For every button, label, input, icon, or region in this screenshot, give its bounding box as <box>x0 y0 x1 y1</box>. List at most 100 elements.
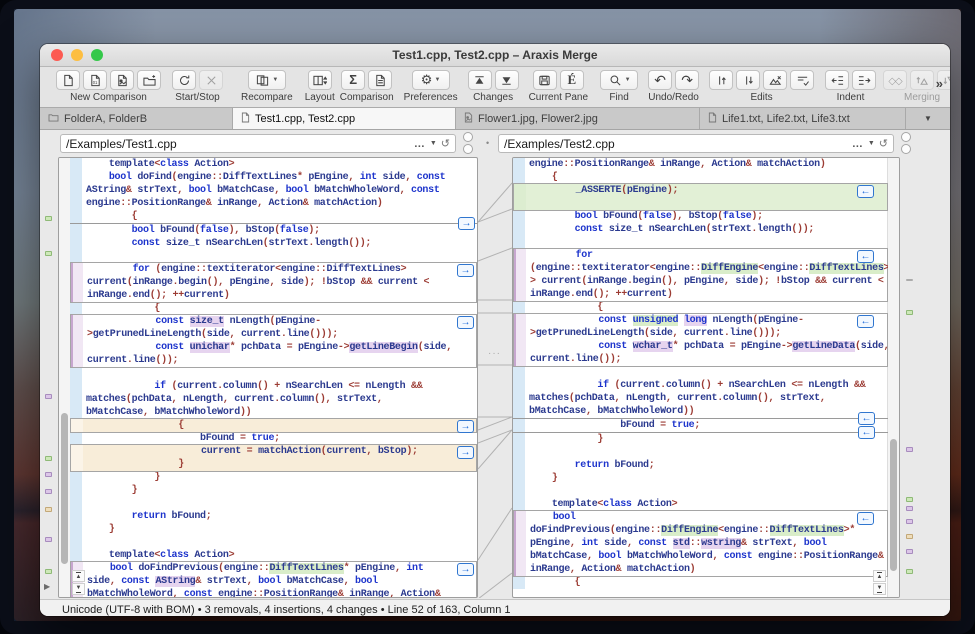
code-text: inRange.end(); ++current) <box>526 288 673 301</box>
tab-list-dropdown[interactable]: ▼ <box>906 108 950 129</box>
merge-right-button[interactable]: → <box>457 420 474 433</box>
scrollbar-thumb[interactable] <box>61 413 68 564</box>
right-path-caret-icon[interactable]: ▼ <box>868 140 875 147</box>
overview-change-mark[interactable] <box>45 216 52 221</box>
overview-change-mark[interactable] <box>906 279 913 281</box>
recompare-button[interactable]: ▼ <box>248 70 286 90</box>
radio-icon[interactable] <box>463 132 473 142</box>
last-change-button[interactable]: ▼ <box>72 583 85 595</box>
merge-left-button[interactable]: ← <box>857 512 874 525</box>
last-edit-button[interactable] <box>736 70 760 90</box>
overview-change-mark[interactable] <box>45 472 52 477</box>
right-path-menu-icon[interactable]: … <box>852 138 864 150</box>
overview-change-mark[interactable] <box>45 456 52 461</box>
overview-change-mark[interactable] <box>906 447 913 452</box>
prev-change-button[interactable] <box>468 70 492 90</box>
overview-change-mark[interactable] <box>906 519 913 524</box>
merge-left-button[interactable]: ← <box>858 412 875 425</box>
gear-button[interactable]: ⚙▼ <box>412 70 450 90</box>
tab-test1-cpp[interactable]: Test1.cpp, Test2.cpp <box>233 108 456 129</box>
merge-right-button[interactable]: → <box>457 446 474 459</box>
undo-button[interactable]: ↶ <box>648 70 672 90</box>
change-gutter <box>513 576 525 589</box>
right-change-overview-strip[interactable] <box>904 160 916 593</box>
merge-right-button[interactable]: → <box>457 316 474 329</box>
merge-right-button[interactable]: → <box>458 217 475 230</box>
left-code-pane[interactable]: template<class Action> bool doFind(engin… <box>58 157 478 598</box>
zoom-window-button[interactable] <box>91 49 103 61</box>
first-change-button[interactable]: ▲ <box>72 570 85 582</box>
tab-flower1-jpg[interactable]: Flower1.jpg, Flower2.jpg <box>456 108 700 129</box>
merge-left-button[interactable]: ← <box>857 185 874 198</box>
doc-binary-button[interactable]: 01 <box>83 70 107 90</box>
overview-change-mark[interactable] <box>906 569 913 574</box>
overview-change-mark[interactable] <box>45 489 52 494</box>
overview-change-mark[interactable] <box>906 497 913 502</box>
overview-change-mark[interactable] <box>906 506 913 511</box>
encoding-button[interactable]: É <box>560 70 584 90</box>
overview-change-mark[interactable] <box>45 394 52 399</box>
code-block-same: bool bFound(false), bStop(false); const … <box>513 210 888 249</box>
right-code-area[interactable]: engine::PositionRange& inRange, Action& … <box>513 158 888 597</box>
approve-edits-button[interactable] <box>790 70 814 90</box>
find-button[interactable]: ▼ <box>600 70 638 90</box>
left-change-overview-strip[interactable] <box>43 160 55 593</box>
redo-button[interactable]: ↷ <box>675 70 699 90</box>
left-path-field[interactable]: /Examples/Test1.cpp … ▼ ↺ <box>60 134 456 153</box>
outdent-button[interactable] <box>825 70 849 90</box>
expand-arrow-icon[interactable]: ▶ <box>44 582 50 591</box>
right-path-history-icon[interactable]: ↺ <box>879 137 888 150</box>
tab-life1-txt[interactable]: Life1.txt, Life2.txt, Life3.txt <box>700 108 906 129</box>
merge-right-button[interactable]: → <box>457 264 474 277</box>
close-window-button[interactable] <box>51 49 63 61</box>
title-bar[interactable]: Test1.cpp, Test2.cpp – Araxis Merge <box>40 44 950 67</box>
tab-foldera[interactable]: FolderA, FolderB <box>40 108 233 129</box>
left-path-menu-icon[interactable]: … <box>414 138 426 150</box>
overview-change-mark[interactable] <box>906 549 913 554</box>
left-path-caret-icon[interactable]: ▼ <box>430 140 437 147</box>
overview-change-mark[interactable] <box>906 310 913 315</box>
merge-left-button[interactable]: ← <box>857 250 874 263</box>
indent-button[interactable] <box>852 70 876 90</box>
change-gutter <box>514 524 526 537</box>
merge-right-button[interactable]: → <box>457 563 474 576</box>
right-code-pane[interactable]: engine::PositionRange& inRange, Action& … <box>512 157 900 598</box>
overview-change-mark[interactable] <box>45 507 52 512</box>
last-change-button[interactable]: ▼ <box>873 583 886 595</box>
left-path-history-icon[interactable]: ↺ <box>441 137 450 150</box>
merge-left-button[interactable]: ← <box>858 426 875 439</box>
toolbar-overflow-button[interactable]: » <box>936 76 943 91</box>
status-text: Unicode (UTF-8 with BOM) • 3 removals, 4… <box>62 604 511 616</box>
chevron-down-icon: ▼ <box>434 77 440 83</box>
folder-new-button[interactable] <box>137 70 161 90</box>
save-button[interactable] <box>533 70 557 90</box>
minimize-window-button[interactable] <box>71 49 83 61</box>
layout-button[interactable] <box>308 70 332 90</box>
radio-icon[interactable] <box>901 144 911 154</box>
code-text: if (current.column() + nSearchLen <= nLe… <box>525 379 865 392</box>
doc-image-button[interactable] <box>110 70 134 90</box>
next-change-button[interactable] <box>495 70 519 90</box>
discard-edits-button[interactable] <box>763 70 787 90</box>
change-gutter <box>514 184 526 197</box>
overview-change-mark[interactable] <box>45 537 52 542</box>
right-pane-indicators[interactable] <box>901 132 911 154</box>
left-pane-indicators[interactable] <box>463 132 473 154</box>
refresh-button[interactable] <box>172 70 196 90</box>
right-pane-scrollbar[interactable] <box>887 158 899 597</box>
left-code-area[interactable]: template<class Action> bool doFind(engin… <box>70 158 477 597</box>
report-button[interactable] <box>368 70 392 90</box>
code-line <box>70 536 477 549</box>
scrollbar-thumb[interactable] <box>890 439 897 571</box>
overview-change-mark[interactable] <box>45 569 52 574</box>
first-edit-button[interactable] <box>709 70 733 90</box>
sigma-button[interactable]: Σ <box>341 70 365 90</box>
merge-left-button[interactable]: ← <box>857 315 874 328</box>
overview-change-mark[interactable] <box>906 534 913 539</box>
doc-new-button[interactable] <box>56 70 80 90</box>
first-change-button[interactable]: ▲ <box>873 570 886 582</box>
overview-change-mark[interactable] <box>45 251 52 256</box>
right-path-field[interactable]: /Examples/Test2.cpp … ▼ ↺ <box>498 134 894 153</box>
radio-icon[interactable] <box>463 144 473 154</box>
radio-icon[interactable] <box>901 132 911 142</box>
